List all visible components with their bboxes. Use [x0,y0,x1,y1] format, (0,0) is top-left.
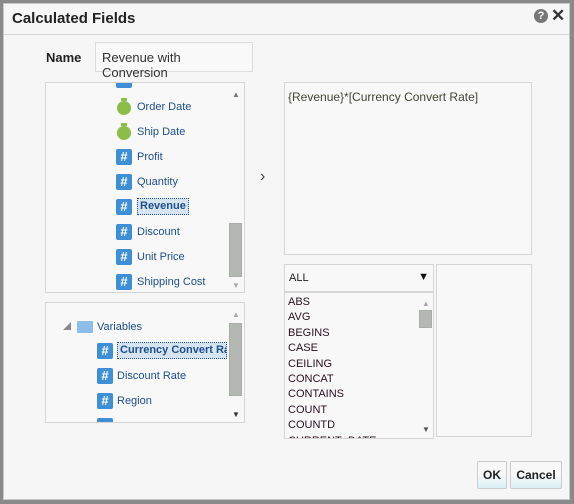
function-scrollbar-thumb[interactable] [419,310,432,328]
stopwatch-icon [117,98,131,115]
function-item[interactable]: CASE [288,342,318,354]
calculated-fields-dialog: Calculated Fields ? ✕ Name Revenue with … [3,3,570,500]
field-item[interactable]: Quantity [137,173,178,191]
variables-scrollbar-thumb[interactable] [229,323,242,396]
scroll-down-arrow[interactable]: ▼ [232,281,240,290]
name-label: Name [46,50,82,65]
hash-icon: # [116,149,132,165]
hash-icon [97,418,113,422]
function-item[interactable]: CEILING [288,358,332,370]
function-description [436,264,532,437]
stopwatch-icon [117,123,131,140]
variables-folder[interactable]: Variables [97,318,142,336]
function-item[interactable]: CONCAT [288,373,334,385]
function-item[interactable]: CURRENT_DATE [288,435,376,438]
function-category-value: ALL [289,272,309,284]
field-item[interactable]: Ship Date [137,123,185,141]
function-category-select[interactable]: ALL ▼ [284,264,434,292]
function-item[interactable]: ABS [288,296,310,308]
hash-icon [116,83,132,88]
close-icon[interactable]: ✕ [551,6,565,26]
field-item[interactable]: Unit Price [137,248,185,266]
hash-icon: # [97,343,113,359]
insert-arrow-button[interactable]: › [260,168,265,186]
hash-icon: # [97,393,113,409]
hash-icon: # [116,274,132,290]
expression-editor[interactable]: {Revenue}*[Currency Convert Rate] [284,82,532,255]
variable-item[interactable]: Region [117,392,152,410]
scroll-up-arrow[interactable]: ▲ [422,299,430,308]
help-icon[interactable]: ? [534,9,548,23]
dialog-header: Calculated Fields ? ✕ [4,4,569,35]
variables-list: Variables # Currency Convert Ra # Discount … [45,302,245,423]
field-item[interactable]: Shipping Cost [137,273,206,291]
field-item[interactable]: Discount [137,223,180,241]
folder-icon [77,321,93,333]
field-item[interactable]: Profit [137,148,163,166]
hash-icon: # [116,174,132,190]
variable-item[interactable]: Discount Rate [117,367,186,385]
expand-triangle-icon[interactable] [63,322,71,330]
function-item[interactable]: COUNTD [288,419,335,431]
function-list: ABS AVG BEGINS CASE CEILING CONCAT CONTAINS COU… [284,292,434,439]
hash-icon: # [116,199,132,215]
scroll-down-arrow[interactable]: ▼ [232,410,240,419]
name-input[interactable]: Revenue with Conversion [95,42,253,80]
dialog-title: Calculated Fields [12,10,136,27]
field-item[interactable]: Revenue [137,198,189,215]
cancel-button[interactable]: Cancel [510,461,562,489]
function-item[interactable]: CONTAINS [288,388,344,400]
hash-icon: # [116,249,132,265]
scroll-up-arrow[interactable]: ▲ [232,310,240,319]
scroll-up-arrow[interactable]: ▲ [232,90,240,99]
ok-button[interactable]: OK [477,461,507,489]
hash-icon: # [116,224,132,240]
variable-item[interactable]: Currency Convert Ra [117,342,227,359]
scroll-down-arrow[interactable]: ▼ [422,425,430,434]
function-item[interactable]: AVG [288,311,310,323]
fields-scrollbar-thumb[interactable] [229,223,242,277]
fields-list: Order Date Ship Date # Profit # Quantity # Reve… [45,82,245,293]
function-item[interactable]: BEGINS [288,327,330,339]
field-item[interactable]: Order Date [137,98,191,116]
chevron-down-icon: ▼ [418,271,429,283]
function-item[interactable]: COUNT [288,404,327,416]
hash-icon: # [97,368,113,384]
